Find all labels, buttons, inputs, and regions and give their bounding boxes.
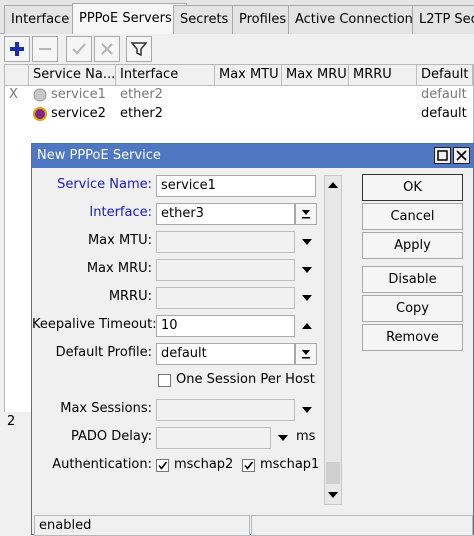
chevron-down-icon[interactable] — [298, 233, 316, 251]
column-max-mru[interactable]: Max MRU — [282, 65, 349, 86]
new-pppoe-service-dialog: New PPPoE Service Service Name: service1… — [31, 143, 474, 536]
maximize-button[interactable] — [434, 147, 451, 164]
max-mru-input[interactable] — [156, 259, 295, 281]
column-interface[interactable]: Interface — [116, 65, 215, 86]
disabled-flag: X — [9, 87, 18, 102]
default-profile-label: Default Profile: — [55, 345, 152, 360]
mrru-input[interactable] — [156, 287, 295, 309]
chevron-down-icon[interactable] — [298, 261, 316, 279]
add-button[interactable] — [4, 36, 30, 62]
default-profile-dropdown-button[interactable] — [295, 343, 317, 365]
minus-icon — [39, 48, 51, 50]
max-mtu-label: Max MTU: — [87, 233, 152, 248]
ok-button[interactable]: OK — [362, 174, 463, 201]
column-service-name[interactable]: Service Na... — [29, 65, 116, 86]
close-button[interactable] — [453, 147, 470, 164]
filter-icon — [131, 42, 147, 57]
mschap2-label: mschap2 — [174, 457, 234, 472]
disable-button[interactable] — [94, 36, 120, 62]
mschap1-checkbox[interactable] — [242, 459, 255, 472]
scroll-down-icon[interactable] — [325, 487, 341, 503]
interface-cell: ether2 — [120, 106, 163, 121]
disabled-flag — [5, 105, 29, 124]
service-status-icon — [33, 88, 47, 102]
mschap1-label: mschap1 — [260, 457, 320, 472]
one-session-per-host-checkbox[interactable] — [158, 374, 171, 387]
chevron-down-icon[interactable] — [274, 429, 292, 447]
status-text: enabled — [34, 515, 250, 536]
keepalive-timeout-input[interactable]: 10 — [156, 315, 295, 337]
interface-cell: ether2 — [120, 87, 163, 102]
check-icon — [158, 461, 168, 470]
authentication-label: Authentication: — [52, 457, 152, 472]
service-name-label: Service Name: — [57, 177, 152, 192]
form-panel: Service Name: service1 Interface: ether3… — [32, 168, 352, 514]
pado-delay-label: PADO Delay: — [71, 429, 152, 444]
max-sessions-label: Max Sessions: — [60, 401, 152, 416]
dropdown-icon — [302, 350, 310, 359]
service-name-cell: service1 — [29, 86, 116, 105]
tab-l2tp-secrets[interactable]: L2TP Secrets — [412, 5, 474, 34]
chevron-down-icon[interactable] — [298, 401, 316, 419]
dialog-title: New PPPoE Service — [32, 144, 473, 168]
max-mtu-input[interactable] — [156, 231, 295, 253]
mrru-cell — [349, 86, 417, 105]
pado-delay-unit: ms — [296, 429, 316, 444]
service-name-cell: service2 — [29, 105, 116, 124]
copy-button[interactable]: Copy — [362, 295, 463, 322]
scroll-up-icon[interactable] — [325, 177, 341, 193]
form-scrollbar[interactable] — [324, 175, 342, 505]
max-mtu-cell — [215, 86, 282, 105]
default-profile-cell: default — [421, 87, 467, 102]
max-mtu-cell — [215, 105, 282, 124]
default-profile-cell: default — [421, 106, 467, 121]
plus-icon — [10, 42, 24, 56]
tab-bar: Interface PPPoE Servers Secrets Profiles… — [0, 0, 474, 35]
check-icon — [244, 461, 254, 470]
x-icon — [101, 43, 113, 55]
max-mru-cell — [282, 86, 349, 105]
pado-delay-input[interactable] — [156, 427, 271, 449]
filter-button[interactable] — [126, 36, 152, 62]
toolbar — [0, 34, 474, 64]
column-max-mtu[interactable]: Max MTU — [215, 65, 282, 86]
interface-dropdown-button[interactable] — [295, 203, 317, 225]
mschap2-checkbox[interactable] — [156, 459, 169, 472]
column-mrru[interactable]: MRRU — [349, 65, 417, 86]
disable-button[interactable]: Disable — [362, 266, 463, 293]
scrollbar-thumb[interactable] — [326, 462, 340, 484]
one-session-per-host-label: One Session Per Host — [176, 372, 315, 387]
tab-pppoe-servers[interactable]: PPPoE Servers — [72, 3, 187, 35]
apply-button[interactable]: Apply — [362, 232, 463, 259]
chevron-down-icon[interactable] — [298, 289, 316, 307]
interface-label: Interface: — [89, 205, 152, 220]
keepalive-timeout-label: Keepalive Timeout: — [32, 317, 157, 332]
check-icon — [72, 43, 86, 55]
interface-select[interactable]: ether3 — [156, 203, 295, 225]
service-name-input[interactable]: service1 — [156, 175, 316, 197]
mrru-label: MRRU: — [108, 289, 152, 304]
status-panel-secondary — [251, 515, 473, 536]
column-flag — [5, 65, 29, 86]
mrru-cell — [349, 105, 417, 124]
default-profile-select[interactable]: default — [156, 343, 295, 365]
table-row[interactable]: X service1 ether2 default — [5, 86, 473, 105]
max-sessions-input[interactable] — [156, 399, 295, 421]
dropdown-icon — [302, 210, 310, 219]
maximize-icon — [437, 150, 448, 161]
enable-button[interactable] — [66, 36, 92, 62]
column-default-profile[interactable]: Default Profile — [417, 65, 473, 86]
remove-button[interactable] — [32, 36, 58, 62]
chevron-up-icon[interactable] — [298, 317, 316, 335]
tab-active-connections[interactable]: Active Connections — [288, 5, 426, 34]
table-row[interactable]: service2 ether2 default — [5, 105, 473, 124]
max-mru-label: Max MRU: — [86, 261, 152, 276]
service-status-icon — [33, 107, 47, 121]
remove-button[interactable]: Remove — [362, 324, 463, 351]
cancel-button[interactable]: Cancel — [362, 203, 463, 230]
close-icon — [456, 150, 467, 161]
max-mru-cell — [282, 105, 349, 124]
